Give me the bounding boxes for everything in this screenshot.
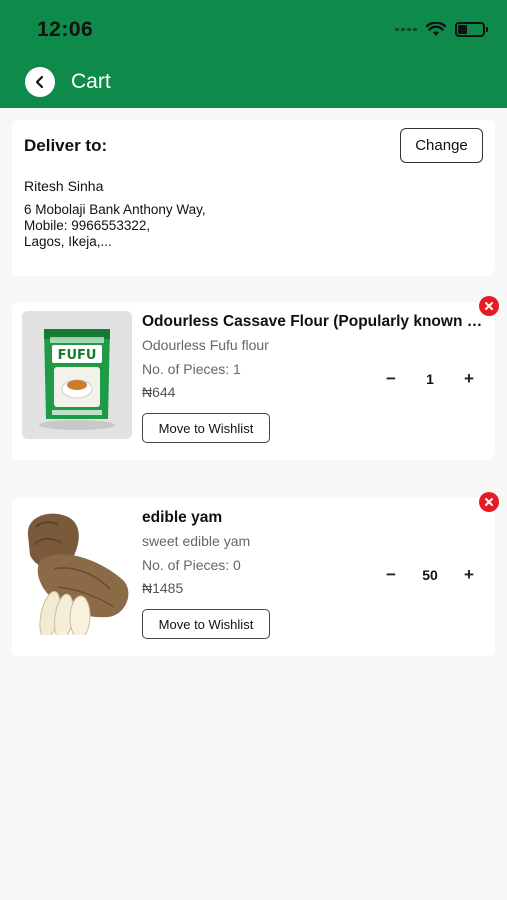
quantity-stepper: − 50 + xyxy=(380,564,480,586)
status-icons xyxy=(395,22,488,37)
product-name: edible yam xyxy=(142,509,223,526)
cellular-signal-icon xyxy=(395,28,417,31)
move-to-wishlist-button[interactable]: Move to Wishlist xyxy=(142,609,270,639)
increase-quantity-button[interactable]: + xyxy=(458,564,480,586)
remove-item-button[interactable] xyxy=(479,492,499,512)
product-description: sweet edible yam xyxy=(142,533,251,549)
quantity-value: 1 xyxy=(426,371,434,387)
product-pieces: No. of Pieces: 0 xyxy=(142,557,241,573)
svg-text:FUFU: FUFU xyxy=(58,348,97,363)
back-button[interactable] xyxy=(25,67,55,97)
product-image xyxy=(22,507,132,635)
close-icon xyxy=(485,498,493,506)
quantity-value: 50 xyxy=(422,567,438,583)
delivery-address-card: Deliver to: Change Ritesh Sinha 6 Mobola… xyxy=(12,120,495,276)
decrease-quantity-button[interactable]: − xyxy=(380,368,402,390)
cart-item: edible yam sweet edible yam No. of Piece… xyxy=(12,492,499,656)
product-name: Odourless Cassave Flour (Popularly known… xyxy=(142,313,487,330)
product-pieces: No. of Pieces: 1 xyxy=(142,361,241,377)
recipient-name: Ritesh Sinha xyxy=(24,178,104,194)
quantity-stepper: − 1 + xyxy=(380,368,480,390)
increase-quantity-button[interactable]: + xyxy=(458,368,480,390)
decrease-quantity-button[interactable]: − xyxy=(380,564,402,586)
address-line-city: Lagos, Ikeja,... xyxy=(24,234,112,249)
battery-icon xyxy=(455,22,488,37)
change-address-button[interactable]: Change xyxy=(400,128,483,163)
deliver-to-label: Deliver to: xyxy=(24,136,108,155)
chevron-left-icon xyxy=(35,75,44,89)
move-to-wishlist-button[interactable]: Move to Wishlist xyxy=(142,413,270,443)
address-line-street: 6 Mobolaji Bank Anthony Way, xyxy=(24,202,206,217)
wifi-icon xyxy=(426,22,446,36)
fufu-flour-package-image: FUFU xyxy=(22,311,132,439)
close-icon xyxy=(485,302,493,310)
product-price: ₦644 xyxy=(142,384,176,400)
remove-item-button[interactable] xyxy=(479,296,499,316)
page-title: Cart xyxy=(71,70,111,93)
product-image: FUFU xyxy=(22,311,132,439)
status-bar: 12:06 xyxy=(0,0,507,60)
app-header: 12:06 Cart xyxy=(0,0,507,108)
product-description: Odourless Fufu flour xyxy=(142,337,269,353)
address-line-mobile: Mobile: 9966553322, xyxy=(24,218,151,233)
product-price: ₦1485 xyxy=(142,580,184,596)
cart-item: FUFU Odourless Cassave Flour (Popularly … xyxy=(12,296,499,460)
yam-image xyxy=(22,507,132,635)
status-time: 12:06 xyxy=(37,18,94,41)
